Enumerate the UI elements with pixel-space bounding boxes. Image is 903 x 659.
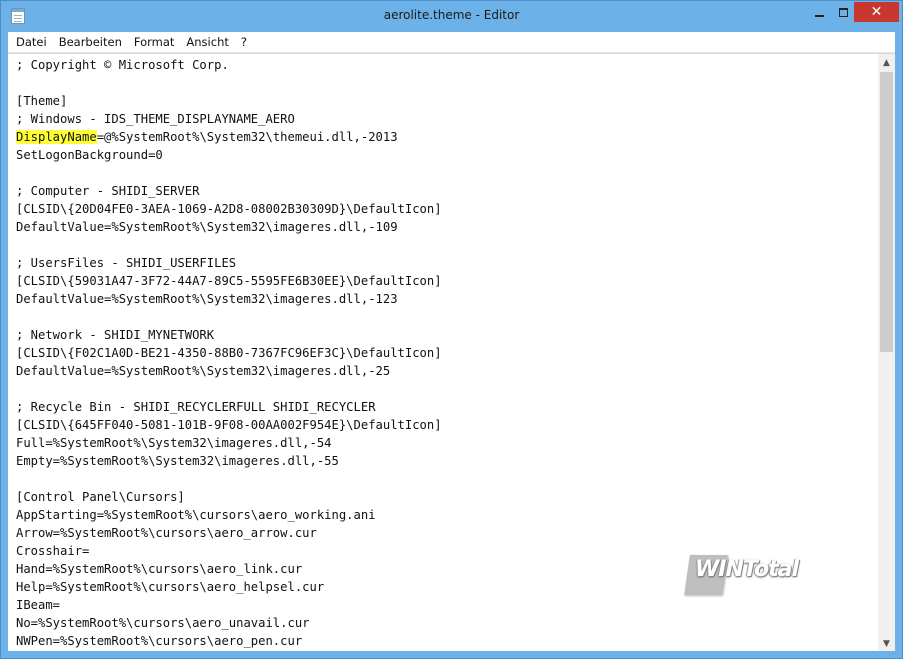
text-line: ; Windows - IDS_THEME_DISPLAYNAME_AERO bbox=[16, 112, 295, 126]
text-line: ; Recycle Bin - SHIDI_RECYCLERFULL SHIDI… bbox=[16, 400, 376, 414]
text-line bbox=[16, 470, 876, 488]
text-line bbox=[16, 308, 876, 326]
menu-bearbeiten[interactable]: Bearbeiten bbox=[53, 33, 128, 52]
text-line: Full=%SystemRoot%\System32\imageres.dll,… bbox=[16, 436, 332, 450]
scroll-down-icon[interactable]: ▼ bbox=[878, 635, 895, 651]
text-line: [Theme] bbox=[16, 94, 68, 108]
text-line: ; Network - SHIDI_MYNETWORK bbox=[16, 328, 215, 342]
menu-datei[interactable]: Datei bbox=[10, 33, 53, 52]
text-editor[interactable]: ; Copyright © Microsoft Corp. [Theme] ; Wi… bbox=[8, 53, 895, 651]
menu-format[interactable]: Format bbox=[128, 33, 181, 52]
text-line: Empty=%SystemRoot%\System32\imageres.dll… bbox=[16, 454, 339, 468]
vertical-scrollbar[interactable]: ▲ ▼ bbox=[878, 54, 895, 651]
menu-ansicht[interactable]: Ansicht bbox=[180, 33, 234, 52]
minimize-button[interactable] bbox=[806, 2, 832, 22]
maximize-icon bbox=[838, 7, 848, 17]
highlighted-displayname: DisplayName bbox=[16, 130, 97, 144]
minimize-icon bbox=[814, 15, 824, 17]
text-line: [Control Panel\Cursors] bbox=[16, 490, 185, 504]
text-line: [CLSID\{F02C1A0D-BE21-4350-88B0-7367FC96… bbox=[16, 346, 442, 360]
text-line: [CLSID\{20D04FE0-3AEA-1069-A2D8-08002B30… bbox=[16, 202, 442, 216]
text-line: [CLSID\{59031A47-3F72-44A7-89C5-5595FE6B… bbox=[16, 274, 442, 288]
watermark-text: WINTotal bbox=[695, 557, 799, 582]
line-rest: =@%SystemRoot%\System32\themeui.dll,-201… bbox=[96, 130, 398, 144]
maximize-button[interactable] bbox=[832, 2, 854, 22]
scroll-thumb[interactable] bbox=[880, 72, 893, 352]
text-line: DisplayName=@%SystemRoot%\System32\theme… bbox=[16, 128, 876, 146]
editor-window: aerolite.theme - Editor ✕ Datei Bearbeit… bbox=[0, 0, 903, 659]
text-line: AppStarting=%SystemRoot%\cursors\aero_wo… bbox=[16, 508, 376, 522]
text-line: ; Copyright © Microsoft Corp. bbox=[16, 58, 229, 72]
text-line: NWPen=%SystemRoot%\cursors\aero_pen.cur bbox=[16, 634, 303, 648]
close-button[interactable]: ✕ bbox=[854, 2, 899, 22]
text-line bbox=[16, 236, 876, 254]
menu-help[interactable]: ? bbox=[235, 33, 253, 52]
window-title: aerolite.theme - Editor bbox=[383, 8, 520, 22]
close-icon: ✕ bbox=[870, 4, 883, 20]
text-line bbox=[16, 380, 876, 398]
wintotal-watermark: WINTotal bbox=[684, 549, 825, 599]
scroll-up-icon[interactable]: ▲ bbox=[878, 54, 895, 71]
text-line bbox=[16, 164, 876, 182]
text-line: DefaultValue=%SystemRoot%\System32\image… bbox=[16, 292, 398, 306]
text-line: DefaultValue=%SystemRoot%\System32\image… bbox=[16, 220, 398, 234]
title-bar[interactable]: aerolite.theme - Editor ✕ bbox=[1, 1, 902, 31]
menu-bar: Datei Bearbeiten Format Ansicht ? bbox=[8, 32, 895, 53]
text-line: SetLogonBackground=0 bbox=[16, 148, 163, 162]
text-line: ; UsersFiles - SHIDI_USERFILES bbox=[16, 256, 237, 270]
text-line: No=%SystemRoot%\cursors\aero_unavail.cur bbox=[16, 616, 310, 630]
text-line: DefaultValue=%SystemRoot%\System32\image… bbox=[16, 364, 391, 378]
text-line: Arrow=%SystemRoot%\cursors\aero_arrow.cu… bbox=[16, 526, 317, 540]
text-line: ; Computer - SHIDI_SERVER bbox=[16, 184, 200, 198]
text-line bbox=[16, 74, 876, 92]
text-line: [CLSID\{645FF040-5081-101B-9F08-00AA002F… bbox=[16, 418, 442, 432]
